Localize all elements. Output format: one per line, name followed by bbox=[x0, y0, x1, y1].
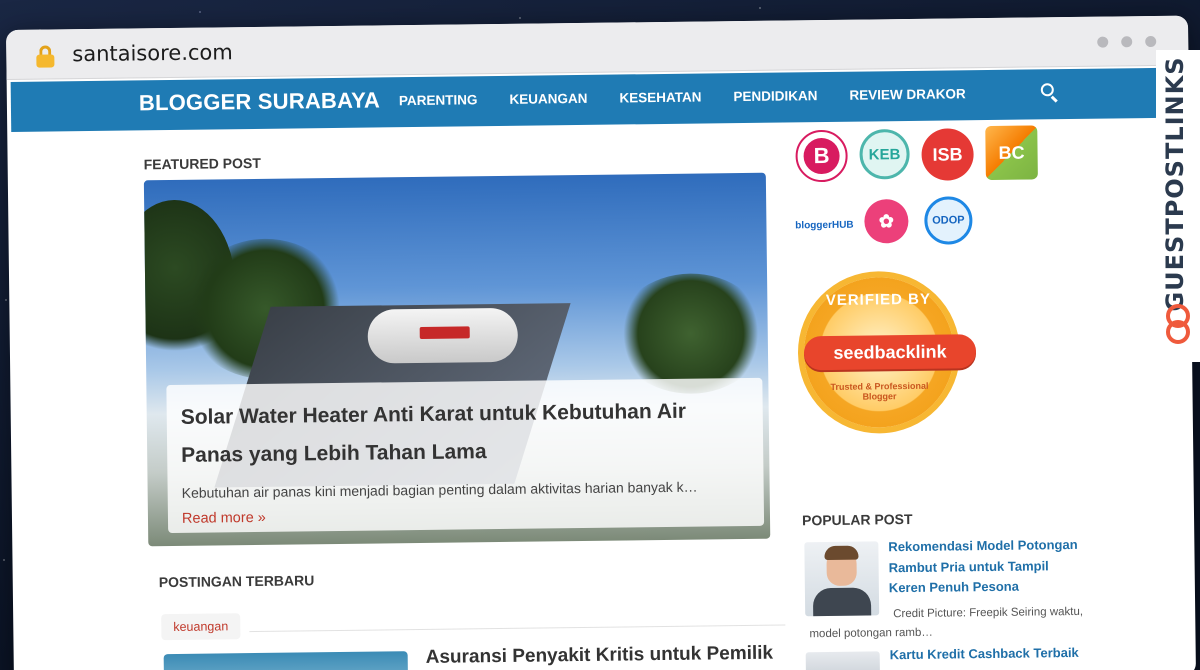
window-controls bbox=[1097, 35, 1157, 48]
isb-logo[interactable]: ISB bbox=[921, 128, 974, 181]
watermark-text: GUESTPOSTLINKS bbox=[1161, 56, 1189, 312]
browser-window: santaisore.com BLOGGER SURABAYA PARENTIN… bbox=[6, 15, 1196, 670]
odop-logo[interactable]: ODOP bbox=[924, 196, 973, 245]
menu-item-review-drakor[interactable]: REVIEW DRAKOR bbox=[849, 86, 965, 102]
post-title[interactable]: Asuransi Penyakit Kritis untuk Pemilik bbox=[426, 643, 774, 669]
category-tag[interactable]: keuangan bbox=[161, 613, 241, 641]
menu-item-kesehatan[interactable]: KESEHATAN bbox=[619, 90, 701, 106]
read-more-link[interactable]: Read more » bbox=[182, 504, 750, 527]
blogger-perempuan-logo[interactable]: B bbox=[795, 129, 848, 183]
featured-section-title: FEATURED POST bbox=[143, 154, 261, 173]
main-menu: PARENTING KEUANGAN KESEHATAN PENDIDIKAN … bbox=[399, 86, 966, 108]
lotus-icon[interactable]: ✿ bbox=[864, 198, 909, 244]
window-dot-icon[interactable] bbox=[1121, 36, 1133, 48]
featured-post-title[interactable]: Solar Water Heater Anti Karat untuk Kebu… bbox=[181, 392, 750, 475]
seedbacklink-verified-seal[interactable]: VERIFIED BY seedbacklink Trusted & Profe… bbox=[803, 276, 977, 429]
seal-bottom-text: Trusted & Professional Blogger bbox=[830, 380, 929, 402]
popular-section-title: POPULAR POST bbox=[801, 510, 913, 529]
site-brand[interactable]: BLOGGER SURABAYA bbox=[139, 87, 380, 116]
popular-post-thumbnail[interactable] bbox=[805, 651, 881, 670]
chain-link-icon bbox=[1166, 304, 1190, 344]
kumpulan-emak-blogger-logo[interactable]: KEB bbox=[859, 128, 910, 180]
water-heater-image bbox=[367, 307, 519, 364]
window-dot-icon[interactable] bbox=[1097, 36, 1109, 48]
window-dot-icon[interactable] bbox=[1145, 35, 1157, 48]
seal-top-text: VERIFIED BY bbox=[825, 290, 932, 310]
popular-post-title[interactable]: Kartu Kredit Cashback Terbaik bbox=[890, 645, 1079, 662]
address-bar[interactable]: santaisore.com bbox=[72, 40, 233, 66]
menu-item-pendidikan[interactable]: PENDIDIKAN bbox=[733, 88, 817, 104]
lock-icon bbox=[36, 45, 55, 68]
menu-item-keuangan[interactable]: KEUANGAN bbox=[509, 91, 587, 107]
latest-section-title: POSTINGAN TERBARU bbox=[158, 572, 315, 591]
featured-post-excerpt: Kebutuhan air panas kini menjadi bagian … bbox=[181, 478, 698, 501]
popular-post-excerpt: Credit Picture: Freepik Seiring waktu, m… bbox=[809, 605, 1084, 641]
seal-brand-ribbon: seedbacklink bbox=[803, 334, 977, 371]
search-icon[interactable] bbox=[1040, 83, 1061, 103]
palm-tree-image bbox=[615, 272, 767, 395]
featured-post-card[interactable]: Solar Water Heater Anti Karat untuk Kebu… bbox=[143, 172, 771, 547]
post-thumbnail[interactable] bbox=[163, 651, 409, 670]
menu-item-parenting[interactable]: PARENTING bbox=[399, 92, 478, 108]
featured-caption: Solar Water Heater Anti Karat untuk Kebu… bbox=[166, 377, 765, 534]
popular-post-title[interactable]: Rekomendasi Model Potongan Rambut Pria u… bbox=[888, 535, 1089, 599]
bloggercrony-logo[interactable]: BC bbox=[985, 125, 1038, 181]
bloggerhub-logo[interactable]: bloggerHUB bbox=[794, 210, 854, 241]
divider bbox=[249, 624, 786, 633]
